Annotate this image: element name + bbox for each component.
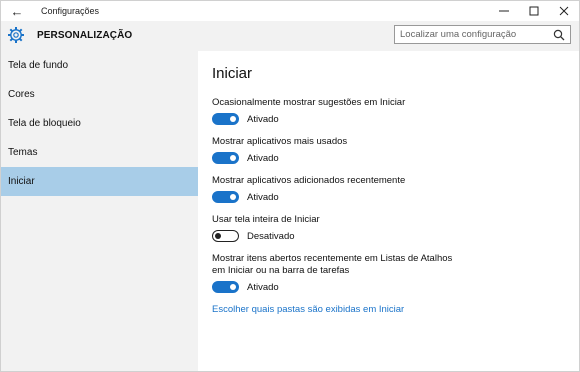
- search-input[interactable]: [395, 29, 550, 40]
- page-title: Iniciar: [212, 65, 253, 82]
- sidebar-item-cores[interactable]: Cores: [1, 80, 198, 109]
- gear-icon: [7, 26, 25, 44]
- minimize-button[interactable]: [489, 1, 519, 21]
- close-button[interactable]: [549, 1, 579, 21]
- sidebar-item-temas[interactable]: Temas: [1, 138, 198, 167]
- setting-label: Mostrar aplicativos adicionados recentem…: [212, 175, 406, 186]
- setting-tela-inteira: Usar tela inteira de Iniciar Desativado: [212, 214, 579, 242]
- minimize-icon: [499, 10, 509, 12]
- main-content: Iniciar Ocasionalmente mostrar sugestões…: [198, 51, 579, 371]
- toggle-switch[interactable]: [212, 152, 239, 164]
- toggle-switch[interactable]: [212, 281, 239, 293]
- sidebar-item-tela-de-bloqueio[interactable]: Tela de bloqueio: [1, 109, 198, 138]
- back-button[interactable]: ←: [5, 1, 29, 21]
- page-section-title: PERSONALIZAÇÃO: [37, 30, 133, 41]
- setting-label: Usar tela inteira de Iniciar: [212, 214, 320, 225]
- maximize-button[interactable]: [519, 1, 549, 21]
- window-title: Configurações: [41, 6, 100, 16]
- settings-window: ← Configurações PERSONALIZAÇÃO Localizar…: [0, 0, 580, 372]
- setting-label: Mostrar itens abertos recentemente em Li…: [212, 253, 453, 276]
- sidebar-item-label: Iniciar: [8, 176, 35, 187]
- setting-adicionados-recentemente: Mostrar aplicativos adicionados recentem…: [212, 175, 579, 203]
- toggle-state-label: Desativado: [247, 230, 295, 242]
- toggle-state-label: Ativado: [247, 281, 279, 293]
- toggle-state-label: Ativado: [247, 113, 279, 125]
- maximize-icon: [529, 6, 539, 16]
- sidebar-item-label: Temas: [8, 147, 38, 158]
- sidebar-item-tela-de-fundo[interactable]: Tela de fundo: [1, 51, 198, 80]
- toggle-switch[interactable]: [212, 113, 239, 125]
- search-icon[interactable]: [553, 29, 565, 41]
- toggle-switch[interactable]: [212, 191, 239, 203]
- sidebar-item-label: Tela de fundo: [8, 60, 69, 71]
- close-icon: [559, 6, 569, 16]
- setting-sugestoes: Ocasionalmente mostrar sugestões em Inic…: [212, 97, 579, 125]
- setting-label: Ocasionalmente mostrar sugestões em Inic…: [212, 97, 406, 108]
- arrow-left-icon: ←: [10, 3, 24, 19]
- search-box[interactable]: [394, 25, 571, 44]
- toggle-state-label: Ativado: [247, 191, 279, 203]
- window-controls: [489, 1, 579, 21]
- setting-label: Mostrar aplicativos mais usados: [212, 136, 348, 147]
- sidebar: Tela de fundo Cores Tela de bloqueio Tem…: [1, 51, 198, 371]
- header: PERSONALIZAÇÃO: [1, 21, 579, 51]
- sidebar-item-label: Cores: [8, 89, 35, 100]
- setting-itens-abertos: Mostrar itens abertos recentemente em Li…: [212, 253, 579, 293]
- sidebar-item-iniciar[interactable]: Iniciar: [1, 167, 198, 196]
- sidebar-item-label: Tela de bloqueio: [8, 118, 81, 129]
- toggle-switch[interactable]: [212, 230, 239, 242]
- choose-folders-link[interactable]: Escolher quais pastas são exibidas em In…: [212, 304, 579, 315]
- setting-mais-usados: Mostrar aplicativos mais usados Ativado: [212, 136, 579, 164]
- toggle-state-label: Ativado: [247, 152, 279, 164]
- title-bar: ← Configurações: [1, 1, 579, 21]
